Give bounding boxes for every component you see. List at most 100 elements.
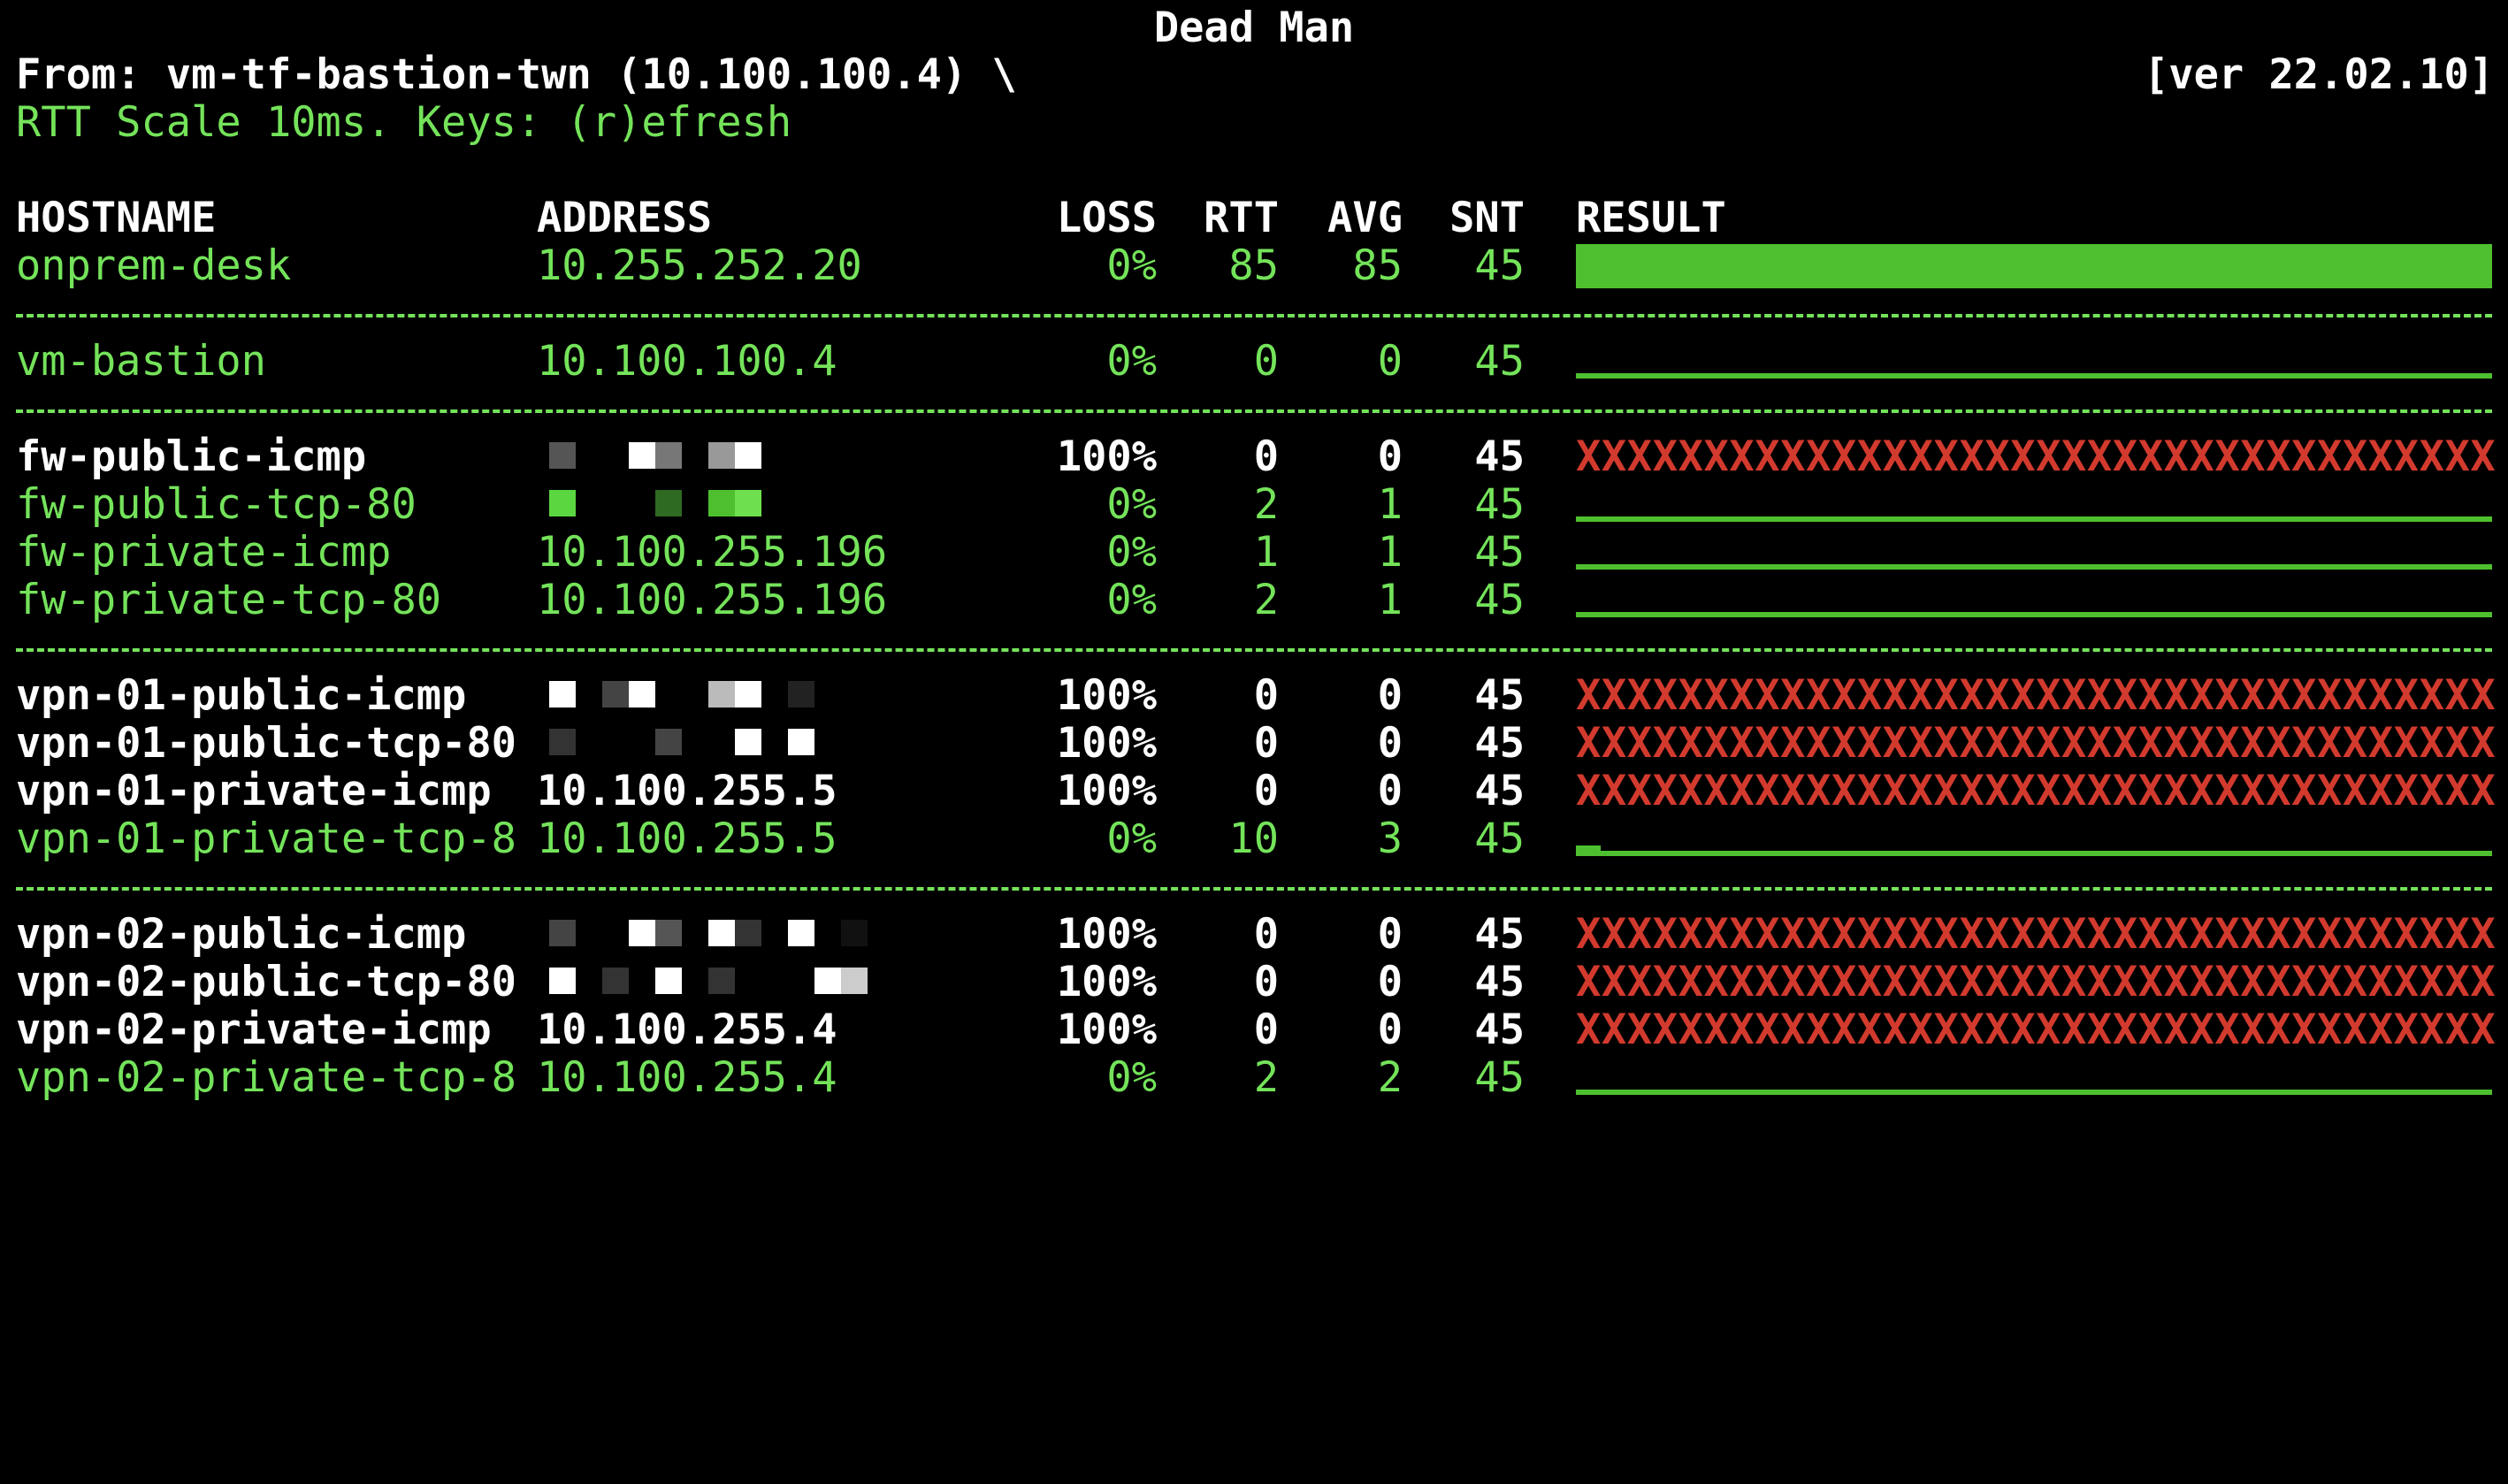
- row-rtt: 85: [1228, 241, 1279, 290]
- row-snt: 45: [1474, 1053, 1525, 1102]
- row-snt: 45: [1474, 528, 1525, 577]
- scale-line-row: RTT Scale 10ms. Keys: (r)efresh: [0, 99, 2508, 147]
- row-rtt: 0: [1253, 337, 1279, 386]
- row-avg: 1: [1377, 576, 1403, 624]
- rtt-result-bar: [1576, 244, 2492, 288]
- row-loss: 100%: [1056, 1006, 1157, 1054]
- row-snt: 45: [1474, 719, 1525, 768]
- row-snt: 45: [1474, 958, 1525, 1006]
- rtt-spike-mark: [1576, 845, 1601, 856]
- row-address: 10.255.252.20: [537, 241, 862, 290]
- row-loss: 0%: [1106, 576, 1157, 624]
- row-avg: 85: [1352, 241, 1403, 290]
- row-hostname: fw-private-icmp: [16, 528, 392, 577]
- row-loss: 100%: [1056, 671, 1157, 720]
- row-address: 10.100.255.4: [537, 1006, 837, 1054]
- rtt-result-bar: [1576, 373, 2492, 379]
- rtt-result-bar: [1576, 1090, 2492, 1095]
- row-snt: 45: [1474, 671, 1525, 720]
- row-loss: 0%: [1106, 241, 1157, 290]
- fail-marker: XXXXXXXXXXXXXXXXXXXXXXXXXXXXXXXXXXXXX: [1576, 672, 2496, 720]
- row-avg: 3: [1377, 815, 1403, 863]
- separator: [16, 887, 2492, 891]
- header-hostname: HOSTNAME: [16, 194, 217, 242]
- header-snt: SNT: [1449, 194, 1525, 242]
- row-rtt: 0: [1253, 432, 1279, 481]
- row-snt: 45: [1474, 432, 1525, 481]
- row-avg: 0: [1377, 1006, 1403, 1054]
- row-loss: 0%: [1106, 815, 1157, 863]
- row-address: 10.100.100.4: [537, 337, 837, 386]
- row-loss: 0%: [1106, 1053, 1157, 1102]
- row-snt: 45: [1474, 767, 1525, 815]
- row-rtt: 0: [1253, 958, 1279, 1006]
- table-row: onprem-desk 10.255.252.20 0% 85 85 45: [0, 242, 2508, 290]
- row-avg: 0: [1377, 910, 1403, 959]
- row-avg: 0: [1377, 671, 1403, 720]
- row-loss: 100%: [1056, 719, 1157, 768]
- table-row: fw-private-icmp 10.100.255.196 0% 1 1 45: [0, 529, 2508, 577]
- row-hostname: vpn-01-private-icmp: [16, 767, 492, 815]
- row-rtt: 10: [1228, 815, 1279, 863]
- row-hostname: vpn-01-private-tcp-8: [16, 815, 516, 863]
- table-row: fw-public-icmp 100% 0 0 45 XXXXXXXXXXXXX…: [0, 433, 2508, 481]
- from-line: From: vm-tf-bastion-twn (10.100.100.4) \: [16, 50, 1017, 99]
- row-address: 10.100.255.4: [537, 1053, 837, 1102]
- table-row: vpn-01-private-icmp 10.100.255.5 100% 0 …: [0, 768, 2508, 815]
- fail-marker: XXXXXXXXXXXXXXXXXXXXXXXXXXXXXXXXXXXXX: [1576, 768, 2496, 815]
- header-rtt: RTT: [1204, 194, 1279, 242]
- row-hostname: vpn-01-public-icmp: [16, 671, 467, 720]
- table-row: vm-bastion 10.100.100.4 0% 0 0 45: [0, 338, 2508, 386]
- row-snt: 45: [1474, 337, 1525, 386]
- table-row: vpn-02-private-tcp-8 10.100.255.4 0% 2 2…: [0, 1054, 2508, 1102]
- row-avg: 1: [1377, 528, 1403, 577]
- row-hostname: vpn-02-private-icmp: [16, 1006, 492, 1054]
- row-rtt: 0: [1253, 910, 1279, 959]
- table-row: vpn-01-public-icmp 100% 0 0 45 XXXXXXXXX…: [0, 672, 2508, 720]
- row-hostname: fw-public-tcp-80: [16, 480, 417, 529]
- rtt-result-bar: [1576, 564, 2492, 570]
- row-address: 10.100.255.196: [537, 576, 888, 624]
- row-rtt: 2: [1253, 1053, 1279, 1102]
- version-label: [ver 22.02.10]: [2144, 50, 2495, 99]
- table-row: fw-private-tcp-80 10.100.255.196 0% 2 1 …: [0, 577, 2508, 624]
- row-hostname: vpn-02-private-tcp-8: [16, 1053, 516, 1102]
- row-hostname: onprem-desk: [16, 241, 292, 290]
- row-loss: 0%: [1106, 528, 1157, 577]
- row-hostname: fw-private-tcp-80: [16, 576, 442, 624]
- row-snt: 45: [1474, 1006, 1525, 1054]
- rtt-result-bar: [1576, 851, 2492, 856]
- row-hostname: vpn-02-public-icmp: [16, 910, 467, 959]
- header-loss: LOSS: [1056, 194, 1157, 242]
- separator: [16, 648, 2492, 652]
- row-avg: 1: [1377, 480, 1403, 529]
- separator: [16, 409, 2492, 413]
- fail-marker: XXXXXXXXXXXXXXXXXXXXXXXXXXXXXXXXXXXXX: [1576, 1006, 2496, 1054]
- row-rtt: 0: [1253, 767, 1279, 815]
- table-row: vpn-01-private-tcp-8 10.100.255.5 0% 10 …: [0, 815, 2508, 863]
- row-loss: 100%: [1056, 767, 1157, 815]
- table-row: vpn-02-public-tcp-80 100% 0 0 45 XXXXXXX…: [0, 959, 2508, 1006]
- column-headers: HOSTNAME ADDRESS LOSS RTT AVG SNT RESULT: [0, 195, 2508, 242]
- row-hostname: fw-public-icmp: [16, 432, 367, 481]
- row-rtt: 0: [1253, 1006, 1279, 1054]
- table-row: fw-public-tcp-80 0% 2 1 45: [0, 481, 2508, 529]
- row-snt: 45: [1474, 576, 1525, 624]
- separator: [16, 314, 2492, 317]
- row-loss: 0%: [1106, 480, 1157, 529]
- table-row: vpn-02-public-icmp 100% 0 0 45 XXXXXXXXX…: [0, 911, 2508, 959]
- row-rtt: 0: [1253, 671, 1279, 720]
- header-address: ADDRESS: [537, 194, 713, 242]
- row-hostname: vpn-02-public-tcp-80: [16, 958, 516, 1006]
- row-hostname: vpn-01-public-tcp-80: [16, 719, 516, 768]
- header-result: RESULT: [1576, 194, 1726, 242]
- scale-line: RTT Scale 10ms. Keys: (r)efresh: [16, 98, 792, 147]
- row-avg: 0: [1377, 432, 1403, 481]
- fail-marker: XXXXXXXXXXXXXXXXXXXXXXXXXXXXXXXXXXXXX: [1576, 959, 2496, 1006]
- row-avg: 2: [1377, 1053, 1403, 1102]
- fail-marker: XXXXXXXXXXXXXXXXXXXXXXXXXXXXXXXXXXXXX: [1576, 911, 2496, 959]
- terminal-screen: Dead Man From: vm-tf-bastion-twn (10.100…: [0, 0, 2508, 1123]
- header-avg: AVG: [1327, 194, 1403, 242]
- row-avg: 0: [1377, 958, 1403, 1006]
- row-rtt: 1: [1253, 528, 1279, 577]
